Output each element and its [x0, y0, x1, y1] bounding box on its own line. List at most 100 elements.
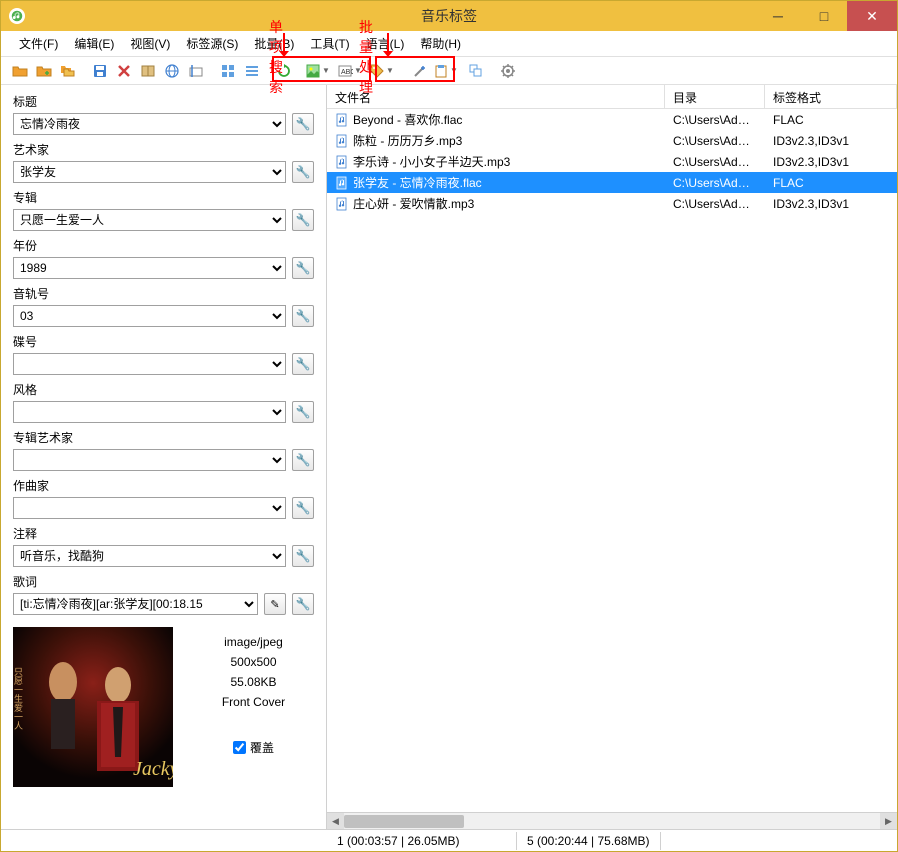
- file-dir: C:\Users\Adm...: [665, 153, 765, 171]
- lyrics-edit-button[interactable]: ✎: [264, 593, 286, 615]
- col-filename[interactable]: 文件名: [327, 85, 665, 108]
- menu-tagsource[interactable]: 标签源(S): [178, 32, 246, 55]
- maximize-button[interactable]: □: [801, 1, 847, 31]
- list-row[interactable]: Beyond - 喜欢你.flacC:\Users\Adm...FLAC: [327, 109, 897, 130]
- minimize-button[interactable]: ─: [755, 1, 801, 31]
- lyrics-input[interactable]: [ti:忘情冷雨夜][ar:张学友][00:18.15: [13, 593, 258, 615]
- disc-input[interactable]: [13, 353, 286, 375]
- book-icon[interactable]: [137, 60, 159, 82]
- scroll-thumb[interactable]: [344, 815, 464, 828]
- statusbar: 1 (00:03:57 | 26.05MB) 5 (00:20:44 | 75.…: [1, 829, 897, 851]
- web-icon[interactable]: [161, 60, 183, 82]
- text-dropdown-icon[interactable]: ABC▼: [337, 63, 367, 79]
- status-current: 1 (00:03:57 | 26.05MB): [327, 832, 517, 850]
- svg-text:只愿一生爱一人: 只愿一生爱一人: [13, 667, 23, 730]
- scroll-right-icon[interactable]: ▶: [880, 813, 897, 829]
- menu-language[interactable]: 语言(L): [358, 32, 413, 55]
- menu-view[interactable]: 视图(V): [122, 32, 178, 55]
- genre-wrench-button[interactable]: 🔧: [292, 401, 314, 423]
- status-total: 5 (00:20:44 | 75.68MB): [517, 832, 661, 850]
- cover-info: image/jpeg 500x500 55.08KB Front Cover 覆…: [193, 627, 314, 787]
- composer-input[interactable]: [13, 497, 286, 519]
- overwrite-checkbox[interactable]: [233, 741, 246, 754]
- year-input[interactable]: 1989: [13, 257, 286, 279]
- list-body[interactable]: Beyond - 喜欢你.flacC:\Users\Adm...FLAC陈粒 -…: [327, 109, 897, 812]
- file-dir: C:\Users\Adm...: [665, 195, 765, 213]
- open-folder-icon[interactable]: [9, 60, 31, 82]
- rename-icon[interactable]: [185, 60, 207, 82]
- year-wrench-button[interactable]: 🔧: [292, 257, 314, 279]
- file-dir: C:\Users\Adm...: [665, 111, 765, 129]
- composer-wrench-button[interactable]: 🔧: [292, 497, 314, 519]
- album-input[interactable]: 只愿一生爱一人: [13, 209, 286, 231]
- picture-dropdown-icon[interactable]: ▼: [305, 63, 335, 79]
- col-format[interactable]: 标签格式: [765, 85, 897, 108]
- grid-icon[interactable]: [217, 60, 239, 82]
- comment-input[interactable]: 听音乐，找酷狗: [13, 545, 286, 567]
- windows-icon[interactable]: [465, 60, 487, 82]
- file-format: ID3v2.3,ID3v1: [765, 153, 897, 171]
- cover-type: Front Cover: [193, 695, 314, 709]
- list-row[interactable]: 张学友 - 忘情冷雨夜.flac C:\Users\Adm...FLAC: [327, 172, 897, 193]
- comment-label: 注释: [13, 525, 314, 542]
- wand-icon[interactable]: [409, 60, 431, 82]
- genre-input[interactable]: [13, 401, 286, 423]
- menu-tools[interactable]: 工具(T): [302, 32, 357, 55]
- delete-icon[interactable]: [113, 60, 135, 82]
- add-folder-icon[interactable]: [33, 60, 55, 82]
- menu-file[interactable]: 文件(F): [11, 32, 66, 55]
- cover-mime: image/jpeg: [193, 635, 314, 649]
- list-icon[interactable]: [241, 60, 263, 82]
- albumartist-input[interactable]: [13, 449, 286, 471]
- artist-wrench-button[interactable]: 🔧: [292, 161, 314, 183]
- save-icon[interactable]: [89, 60, 111, 82]
- app-window: 单项搜索 批量处理 音乐标签 ─ □ ✕ 文件(F) 编辑(E) 视图(V) 标…: [0, 0, 898, 852]
- file-list-panel: 文件名 目录 标签格式 Beyond - 喜欢你.flac C:\Users\Ad…: [327, 85, 897, 829]
- window-title: 音乐标签: [421, 6, 477, 26]
- tag-dropdown-icon[interactable]: ▼: [369, 63, 399, 79]
- title-wrench-button[interactable]: 🔧: [292, 113, 314, 135]
- title-input[interactable]: 忘情冷雨夜: [13, 113, 286, 135]
- horizontal-scrollbar[interactable]: ◀ ▶: [327, 812, 897, 829]
- file-format: ID3v2.3,ID3v1: [765, 195, 897, 213]
- menubar: 文件(F) 编辑(E) 视图(V) 标签源(S) 批量(B) 工具(T) 语言(…: [1, 31, 897, 57]
- comment-wrench-button[interactable]: 🔧: [292, 545, 314, 567]
- artist-label: 艺术家: [13, 141, 314, 158]
- settings-icon[interactable]: [497, 60, 519, 82]
- file-name: 张学友 - 忘情冷雨夜.flac: [353, 174, 482, 191]
- lyrics-wrench-button[interactable]: 🔧: [292, 593, 314, 615]
- file-name: Beyond - 喜欢你.flac: [353, 111, 462, 128]
- albumartist-wrench-button[interactable]: 🔧: [292, 449, 314, 471]
- svg-text:Jacky: Jacky: [133, 758, 173, 780]
- title-label: 标题: [13, 93, 314, 110]
- file-name: 陈粒 - 历历万乡.mp3: [353, 132, 462, 149]
- refresh-icon[interactable]: [273, 60, 295, 82]
- genre-label: 风格: [13, 381, 314, 398]
- music-file-icon: [335, 113, 349, 127]
- track-wrench-button[interactable]: 🔧: [292, 305, 314, 327]
- scroll-left-icon[interactable]: ◀: [327, 813, 344, 829]
- list-row[interactable]: 庄心妍 - 爱吹情散.mp3 C:\Users\Adm...ID3v2.3,ID3…: [327, 193, 897, 214]
- year-label: 年份: [13, 237, 314, 254]
- clipboard-dropdown-icon[interactable]: ▼: [433, 63, 463, 79]
- file-dir: C:\Users\Adm...: [665, 174, 765, 192]
- cover-image[interactable]: Jacky 只愿一生爱一人: [13, 627, 173, 787]
- menu-help[interactable]: 帮助(H): [412, 32, 469, 55]
- artist-input[interactable]: 张学友: [13, 161, 286, 183]
- titlebar[interactable]: 音乐标签 ─ □ ✕: [1, 1, 897, 31]
- list-row[interactable]: 陈粒 - 历历万乡.mp3C:\Users\Adm...ID3v2.3,ID3v…: [327, 130, 897, 151]
- file-name: 庄心妍 - 爱吹情散.mp3: [353, 195, 474, 212]
- track-input[interactable]: 03: [13, 305, 286, 327]
- menu-edit[interactable]: 编辑(E): [66, 32, 122, 55]
- file-format: FLAC: [765, 174, 897, 192]
- col-directory[interactable]: 目录: [665, 85, 765, 108]
- album-wrench-button[interactable]: 🔧: [292, 209, 314, 231]
- list-row[interactable]: 李乐诗 - 小小女子半边天.mp3C:\Users\Adm...ID3v2.3,…: [327, 151, 897, 172]
- close-button[interactable]: ✕: [847, 1, 897, 31]
- copy-folder-icon[interactable]: [57, 60, 79, 82]
- composer-label: 作曲家: [13, 477, 314, 494]
- disc-wrench-button[interactable]: 🔧: [292, 353, 314, 375]
- menu-batch[interactable]: 批量(B): [246, 32, 302, 55]
- music-file-icon: [335, 134, 349, 148]
- cover-dimensions: 500x500: [193, 655, 314, 669]
